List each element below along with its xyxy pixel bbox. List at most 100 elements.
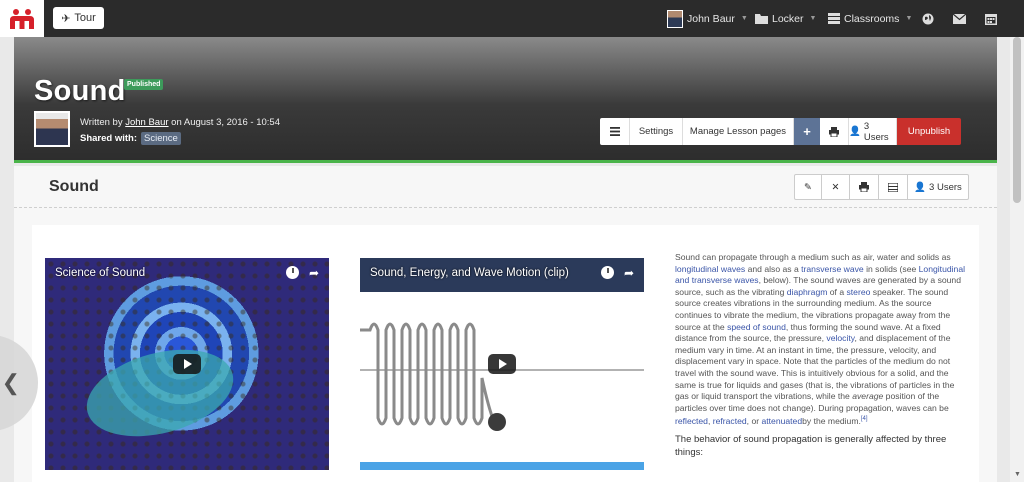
messages-button[interactable] [953, 0, 966, 37]
grid-icon [828, 13, 840, 24]
folder-icon [755, 14, 768, 24]
shared-tag[interactable]: Science [141, 132, 181, 145]
link-refracted[interactable]: refracted [713, 416, 747, 426]
video-progress-bar [360, 462, 644, 470]
citation-link[interactable]: [4] [861, 416, 868, 422]
divider [14, 207, 997, 208]
text-run: by the medium. [802, 416, 861, 427]
list-icon [609, 127, 620, 136]
calendar-icon [985, 13, 997, 25]
table-icon [888, 182, 898, 192]
users-count: 3 Users [863, 120, 889, 143]
link-longitudinal-waves[interactable]: longitudinal waves [675, 264, 745, 274]
scrollbar-thumb[interactable] [1013, 37, 1021, 203]
classrooms-label: Classrooms [844, 12, 900, 25]
app-logo[interactable] [0, 0, 44, 37]
watch-later-icon[interactable] [285, 266, 299, 279]
text-run: Sound can propagate through a medium suc… [675, 252, 951, 262]
printer-icon [859, 182, 869, 192]
lesson-toolbar: Settings Manage Lesson pages + 👤 3 Users… [600, 118, 961, 145]
content-panel: Sound ✎ ✕ 👤 3 Users Science of Sound ➦ S… [14, 166, 997, 482]
add-button[interactable]: + [794, 118, 820, 145]
plus-icon: + [803, 124, 811, 139]
video-title-1[interactable]: Science of Sound [55, 267, 145, 279]
user-avatar [667, 9, 683, 28]
link-reflected[interactable]: reflected [675, 416, 708, 426]
close-icon: ✕ [831, 181, 840, 193]
shared-with: Shared with: Science [80, 132, 181, 145]
link-transverse-wave[interactable]: transverse wave [801, 264, 864, 274]
logo-icon [10, 8, 34, 29]
link-stereo[interactable]: stereo [847, 287, 871, 297]
lesson-header: Sound Published Written by John Baur on … [14, 37, 997, 163]
emphasis-average: average [852, 391, 884, 402]
user-icon: 👤 [914, 181, 927, 193]
text-run: in solids (see [863, 263, 919, 274]
page-title: Sound [34, 75, 126, 107]
watch-later-icon[interactable] [600, 266, 614, 279]
classrooms-menu[interactable]: Classrooms ▼ [828, 0, 912, 37]
section-print-button[interactable] [850, 175, 879, 199]
section-users-count: 3 Users [929, 181, 962, 193]
envelope-icon [953, 13, 966, 24]
section-list-button[interactable] [879, 175, 908, 199]
author-link[interactable]: John Baur [125, 117, 168, 128]
section-toolbar: ✎ ✕ 👤 3 Users [794, 174, 969, 200]
menu-button[interactable] [600, 118, 630, 145]
tour-button[interactable]: ✈ Tour [53, 7, 104, 29]
video-player-1[interactable]: Science of Sound ➦ [45, 258, 329, 470]
video-1-controls: ➦ [285, 266, 319, 280]
caret-down-icon: ▼ [809, 15, 817, 22]
byline: Written by John Baur on August 3, 2016 -… [80, 117, 280, 128]
link-speed-of-sound[interactable]: speed of sound [727, 322, 786, 332]
printer-icon [829, 126, 839, 137]
print-button[interactable] [820, 118, 849, 145]
delete-button[interactable]: ✕ [822, 175, 850, 199]
settings-button[interactable]: Settings [630, 118, 683, 145]
article-text: Sound can propagate through a medium suc… [675, 252, 967, 459]
share-icon[interactable]: ➦ [624, 266, 634, 280]
tour-label: Tour [74, 12, 96, 24]
link-attenuated[interactable]: attenuated [761, 416, 802, 426]
locker-menu[interactable]: Locker ▼ [755, 0, 816, 37]
scroll-down-icon[interactable]: ▼ [1014, 471, 1021, 478]
article-paragraph: Sound can propagate through a medium suc… [675, 252, 967, 428]
text-run: , or [746, 416, 762, 427]
article-subheading: The behavior of sound propagation is gen… [675, 433, 947, 458]
link-diaphragm[interactable]: diaphragm [787, 287, 828, 297]
calendar-button[interactable] [985, 0, 997, 37]
users-button[interactable]: 👤 3 Users [849, 118, 897, 145]
edit-button[interactable]: ✎ [795, 175, 822, 199]
locker-label: Locker [772, 12, 804, 25]
top-navbar: ✈ Tour John Baur ▼ Locker ▼ Classrooms ▼ [0, 0, 1024, 37]
byline-prefix: Written by [80, 117, 126, 128]
play-button[interactable] [488, 354, 516, 374]
chevron-left-icon: ❮ [1, 370, 20, 395]
caret-down-icon: ▼ [905, 15, 913, 22]
vertical-scrollbar[interactable]: ▼ [1010, 37, 1024, 482]
user-name: John Baur [687, 12, 735, 25]
user-icon: 👤 [849, 126, 861, 137]
video-player-2[interactable]: Sound, Energy, and Wave Motion (clip) ➦ [360, 258, 644, 470]
unpublish-button[interactable]: Unpublish [897, 118, 961, 145]
video-title-2[interactable]: Sound, Energy, and Wave Motion (clip) [370, 267, 569, 279]
manage-lesson-pages-button[interactable]: Manage Lesson pages [683, 118, 794, 145]
text-run: and also as a [745, 263, 802, 274]
text-run: of a [827, 286, 847, 297]
pencil-icon: ✎ [804, 181, 812, 193]
lesson-content-card: Science of Sound ➦ Sound, Energy, and Wa… [32, 225, 979, 482]
status-badge: Published [124, 79, 164, 90]
shared-label: Shared with: [80, 133, 138, 144]
author-avatar [34, 111, 70, 147]
user-menu[interactable]: John Baur ▼ [667, 0, 748, 37]
video-2-controls: ➦ [600, 266, 634, 280]
globe-button[interactable] [922, 0, 934, 37]
globe-icon [922, 13, 934, 24]
caret-down-icon: ▼ [740, 15, 748, 22]
play-button[interactable] [173, 354, 201, 374]
share-icon[interactable]: ➦ [309, 266, 319, 280]
section-users-button[interactable]: 👤 3 Users [908, 175, 968, 199]
link-velocity[interactable]: velocity [826, 333, 854, 343]
section-title: Sound [49, 178, 99, 195]
wave-spring-thumbnail [360, 322, 644, 431]
